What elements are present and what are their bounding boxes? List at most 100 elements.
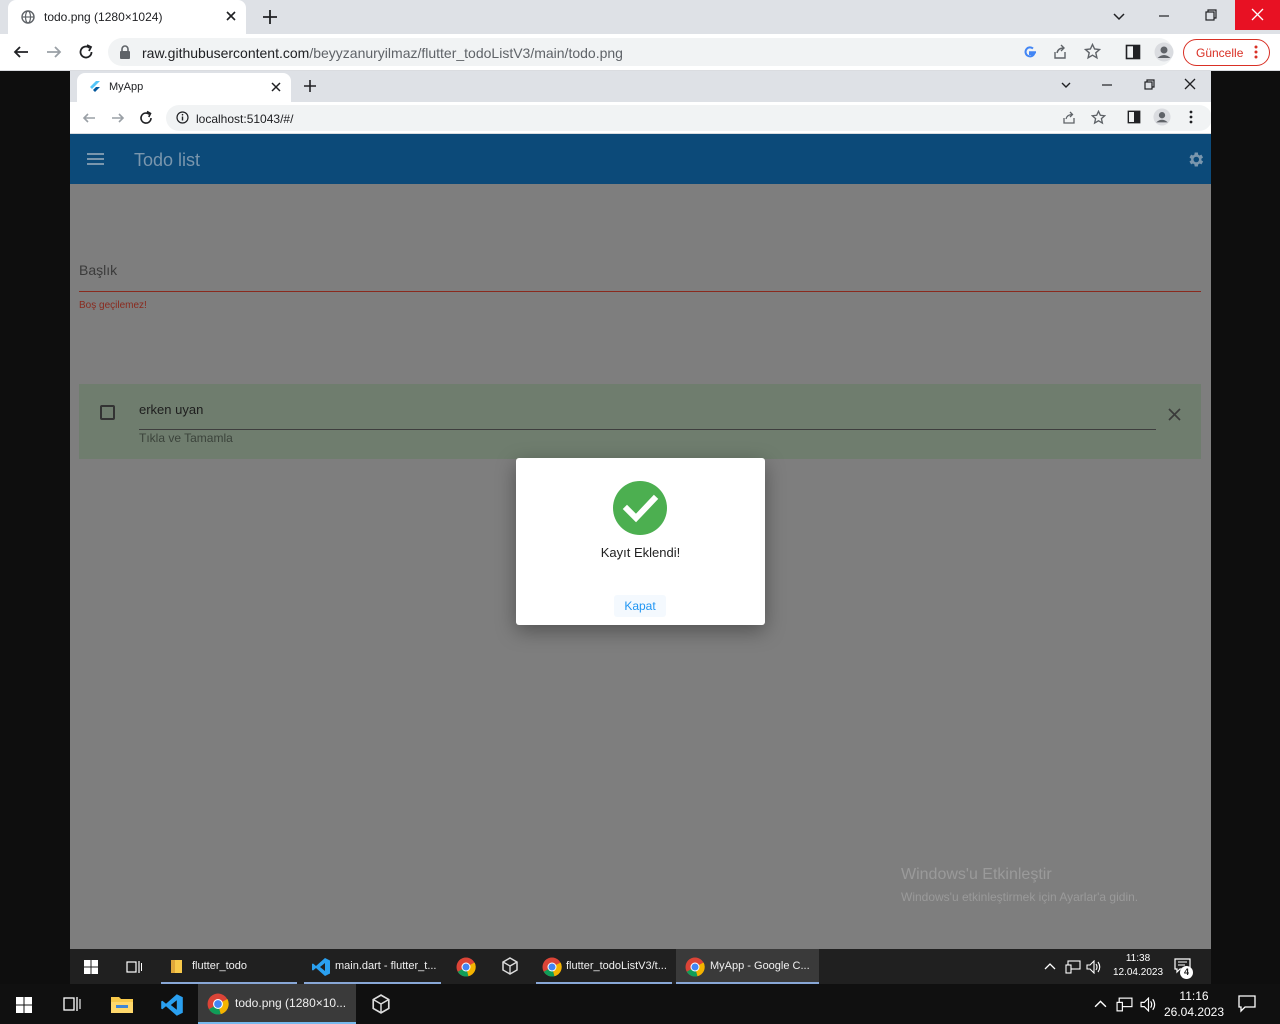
outer-toolbar: raw.githubusercontent.com/beyyzanuryilma… (0, 34, 1280, 71)
app-bar: Todo list (70, 134, 1211, 184)
share-icon[interactable] (1062, 111, 1076, 125)
outer-taskbar: todo.png (1280×10... 11:16 26.04.2023 (0, 984, 1280, 1024)
taskbar-item-label: todo.png (1280×10... (235, 996, 347, 1010)
close-window-icon[interactable] (1184, 78, 1196, 90)
volume-icon[interactable] (1140, 997, 1157, 1012)
taskbar-item-file-explorer[interactable]: flutter_todo (161, 949, 297, 984)
back-arrow-icon[interactable] (81, 110, 97, 126)
outer-tab[interactable]: todo.png (1280×1024) (8, 0, 246, 34)
windows-start-icon[interactable] (84, 960, 98, 974)
check-circle-icon (613, 481, 667, 535)
clock-time: 11:16 (1179, 989, 1209, 1003)
outer-clock[interactable]: 11:16 26.04.2023 (1158, 988, 1230, 1020)
inner-tab[interactable]: MyApp (77, 73, 291, 102)
update-label: Güncelle (1196, 46, 1244, 60)
inner-clock[interactable]: 11:38 12.04.2023 (1110, 952, 1166, 980)
todo-subtitle: Tıkla ve Tamamla (139, 431, 233, 445)
close-icon (1251, 8, 1264, 21)
chevron-up-icon[interactable] (1044, 961, 1056, 971)
title-field-underline (79, 291, 1201, 292)
chevron-up-icon[interactable] (1094, 998, 1107, 1009)
close-icon[interactable] (1168, 408, 1181, 421)
task-view-icon[interactable] (126, 960, 142, 974)
folder-icon[interactable] (110, 994, 134, 1014)
title-field-label[interactable]: Başlık (79, 262, 117, 278)
lock-icon[interactable] (119, 45, 131, 59)
forward-arrow-icon[interactable] (110, 110, 126, 126)
url-path: /beyyzanuryilmaz/flutter_todoListV3/main… (309, 45, 623, 61)
bookmark-star-icon[interactable] (1091, 110, 1106, 125)
side-panel-icon[interactable] (1127, 110, 1141, 124)
flutter-icon (89, 81, 101, 94)
close-icon[interactable] (270, 81, 282, 93)
clock-date: 26.04.2023 (1163, 1005, 1225, 1019)
taskbar-item-chrome-myapp[interactable]: MyApp - Google C... (676, 949, 819, 984)
title-field-error: Boş geçilemez! (79, 300, 147, 311)
inner-tab-strip: MyApp (70, 71, 1211, 102)
activation-watermark-title: Windows'u Etkinleştir (901, 866, 1052, 883)
chrome-icon (207, 993, 229, 1015)
app-content: Başlık Boş geçilemez! erken uyan Tıkla v… (70, 184, 1211, 949)
share-icon[interactable] (1052, 44, 1068, 60)
activation-watermark-subtitle: Windows'u etkinleştirmek için Ayarlar'a … (901, 890, 1139, 904)
taskbar-item-label: flutter_todo (192, 960, 248, 972)
todo-underline (139, 429, 1156, 430)
minimize-icon[interactable] (1102, 80, 1112, 90)
chevron-down-icon[interactable] (1060, 79, 1072, 91)
url-host: raw.githubusercontent.com (142, 45, 310, 61)
google-icon[interactable] (1022, 44, 1038, 60)
todo-item[interactable]: erken uyan Tıkla ve Tamamla (79, 384, 1201, 459)
restore-icon[interactable] (1205, 9, 1217, 21)
new-tab-icon[interactable] (260, 7, 280, 27)
chrome-icon (685, 957, 705, 977)
chrome-icon (542, 957, 562, 977)
notification-count-badge: 4 (1180, 966, 1193, 979)
outer-tab-title: todo.png (1280×1024) (44, 10, 163, 24)
volume-icon[interactable] (1086, 960, 1102, 974)
minimize-icon[interactable] (1158, 10, 1170, 22)
restore-icon[interactable] (1144, 79, 1155, 90)
gear-icon[interactable] (1186, 150, 1205, 169)
menu-icon[interactable] (87, 152, 104, 166)
profile-avatar-icon[interactable] (1153, 108, 1171, 126)
globe-icon (21, 10, 35, 24)
update-button[interactable]: Güncelle (1183, 39, 1270, 66)
unity-icon[interactable] (371, 994, 391, 1014)
new-tab-icon[interactable] (302, 78, 318, 94)
network-icon[interactable] (1116, 997, 1133, 1012)
close-window-button[interactable] (1235, 0, 1280, 30)
outer-address-bar[interactable]: raw.githubusercontent.com/beyyzanuryilma… (108, 38, 1173, 66)
inner-address-bar[interactable]: localhost:51043/#/ (166, 105, 1211, 131)
dialog-close-button[interactable]: Kapat (614, 595, 666, 617)
unity-icon[interactable] (501, 957, 519, 975)
taskbar-item-chrome-todo[interactable]: todo.png (1280×10... (198, 984, 356, 1024)
todo-title[interactable]: erken uyan (139, 402, 203, 417)
taskbar-item-vscode[interactable]: main.dart - flutter_t... (304, 949, 441, 984)
chrome-icon[interactable] (456, 957, 476, 977)
bookmark-star-icon[interactable] (1084, 43, 1101, 60)
taskbar-item-label: MyApp - Google C... (710, 960, 810, 972)
windows-start-icon[interactable] (16, 997, 32, 1013)
back-arrow-icon[interactable] (12, 43, 30, 61)
inner-tab-title: MyApp (109, 81, 144, 93)
folder-icon (170, 959, 183, 974)
profile-avatar-icon[interactable] (1154, 42, 1174, 62)
network-icon[interactable] (1065, 960, 1081, 974)
forward-arrow-icon[interactable] (45, 43, 63, 61)
todo-checkbox[interactable] (100, 405, 115, 420)
vscode-icon[interactable] (160, 993, 184, 1017)
info-icon[interactable] (176, 111, 189, 124)
outer-tab-strip: todo.png (1280×1024) (0, 0, 1280, 34)
vscode-icon (311, 957, 331, 977)
close-icon[interactable] (224, 9, 238, 23)
notifications-icon[interactable] (1238, 995, 1256, 1013)
more-vert-icon[interactable] (1189, 110, 1193, 124)
reload-icon[interactable] (138, 110, 154, 126)
taskbar-item-chrome-github[interactable]: flutter_todoListV3/t... (536, 949, 672, 984)
chevron-down-icon[interactable] (1112, 9, 1126, 23)
success-dialog: Kayıt Eklendi! Kapat (516, 458, 765, 625)
task-view-icon[interactable] (63, 996, 81, 1012)
side-panel-icon[interactable] (1125, 44, 1141, 60)
inner-url-text: localhost:51043/#/ (196, 112, 294, 126)
reload-icon[interactable] (77, 43, 95, 61)
